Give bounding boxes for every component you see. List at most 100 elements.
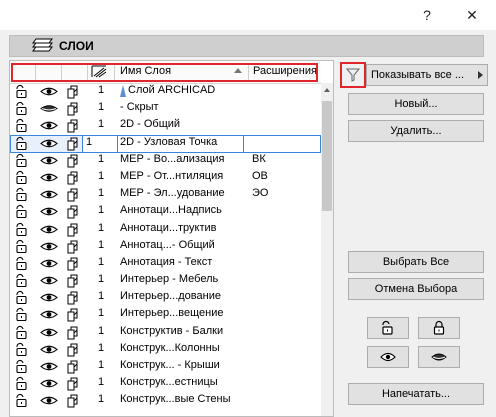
show-all-label: Показывать все ... <box>371 69 465 81</box>
edit-cell[interactable] <box>243 134 321 153</box>
hide-layer-button[interactable] <box>418 346 460 368</box>
layer-name: Аннотаци...Надпись <box>120 204 222 217</box>
layer-row[interactable]: 1 Конструк...Колонны <box>10 341 321 358</box>
intersection-number: 1 <box>98 393 105 406</box>
intersection-number: 1 <box>86 135 93 148</box>
eye-open-icon[interactable] <box>40 224 58 238</box>
intersection-number: 1 <box>98 290 105 303</box>
layer-row[interactable]: 1 Интерьер...дование <box>10 289 321 306</box>
eye-closed-icon[interactable] <box>40 103 58 117</box>
layer-row[interactable]: 1 Интерьер...вещение <box>10 306 321 323</box>
eye-open-icon[interactable] <box>40 189 58 203</box>
eye-closed-icon <box>431 353 447 361</box>
layer-row[interactable]: 1 Слой ARCHICAD <box>10 83 321 100</box>
unlock-icon[interactable] <box>14 393 30 411</box>
delete-layer-button[interactable]: Удалить... <box>348 120 484 142</box>
layer-row[interactable]: 1 Аннотац...- Общий <box>10 238 321 255</box>
layer-name: Интерьер - Мебель <box>120 273 219 286</box>
eye-open-icon[interactable] <box>40 155 58 169</box>
layer-row[interactable]: 1 Конструктив - Балки <box>10 324 321 341</box>
intersection-number: 1 <box>98 84 105 96</box>
unlock-icon <box>382 320 393 335</box>
layer-rows: 1 Слой ARCHICAD 1 - Скрыт 1 2D - Общий 1 2D - У… <box>10 83 321 410</box>
unlock-button[interactable] <box>367 317 409 339</box>
layer-row[interactable]: 1 Конструк...вые Стены <box>10 392 321 409</box>
panel-title: СЛОИ <box>59 39 94 53</box>
layer-row[interactable]: 1 Аннотаци...Надпись <box>10 203 321 220</box>
lock-icon <box>433 320 445 335</box>
eye-open-icon[interactable] <box>40 378 58 392</box>
eye-open-icon[interactable] <box>40 86 58 100</box>
eye-open-icon[interactable] <box>40 172 58 186</box>
scrollbar-thumb[interactable] <box>322 101 332 211</box>
eye-open-icon[interactable] <box>40 241 58 255</box>
new-layer-button[interactable]: Новый... <box>348 93 484 115</box>
layer-extension: ВК <box>252 152 266 165</box>
eye-open-icon[interactable] <box>40 120 58 134</box>
layer-row[interactable]: 1 Конструк... - Крыши <box>10 358 321 375</box>
layer-name: Аннотац...- Общий <box>120 238 215 251</box>
intersection-number: 1 <box>98 324 105 337</box>
layer-row[interactable]: 1 МЕР - Во...ализация ВК <box>10 152 321 169</box>
layer-name: - Скрыт <box>120 101 159 114</box>
layer-list[interactable]: Имя Слоя Расширения 1 Слой ARCHICAD 1- Скр… <box>9 60 334 417</box>
layer-extension: ОВ <box>252 169 268 182</box>
layer-name: Конструк...естницы <box>120 376 218 389</box>
layer-name: Аннотаци...труктив <box>120 221 217 234</box>
intersection-number: 1 <box>98 341 105 354</box>
layer-name: Интерьер...дование <box>120 290 221 303</box>
eye-open-icon[interactable] <box>40 327 58 341</box>
eye-open-icon[interactable] <box>40 309 58 323</box>
show-layer-button[interactable] <box>367 346 409 368</box>
layer-name: Конструк...вые Стены <box>120 393 231 406</box>
layer-row[interactable]: 1 2D - Общий <box>10 117 321 134</box>
filter-icon[interactable] <box>345 68 361 85</box>
archicad-layer-icon <box>120 85 126 100</box>
layer-name: МЕР - Во...ализация <box>120 152 225 165</box>
intersection-number: 1 <box>98 376 105 389</box>
eye-open-icon[interactable] <box>40 206 58 220</box>
eye-open-icon[interactable] <box>40 138 58 152</box>
layer-name: 2D - Общий <box>120 118 181 131</box>
eye-open-icon[interactable] <box>40 344 58 358</box>
layer-extension: ЭО <box>252 187 269 200</box>
intersection-number: 1 <box>98 307 105 320</box>
intersection-number: 1 <box>98 118 105 131</box>
layer-name: Конструктив - Балки <box>120 324 224 337</box>
eye-open-icon[interactable] <box>40 275 58 289</box>
select-all-button[interactable]: Выбрать Все <box>348 251 484 273</box>
layer-row[interactable]: 1 Аннотация - Текст <box>10 255 321 272</box>
layer-row[interactable]: 1 2D - Узловая Точка <box>10 134 321 153</box>
lock-button[interactable] <box>418 317 460 339</box>
layer-row[interactable]: 1 Аннотаци...труктив <box>10 221 321 238</box>
print-button[interactable]: Напечатать... <box>348 383 484 405</box>
layer-name: 2D - Узловая Точка <box>120 135 218 148</box>
intersection-number: 1 <box>98 187 105 200</box>
layer-name: МЕР - Эл...удование <box>120 187 225 200</box>
show-all-dropdown[interactable]: Показывать все ... <box>366 64 488 86</box>
layer-row[interactable]: 1 - Скрыт <box>10 100 321 117</box>
scroll-up-arrow-icon[interactable] <box>324 88 330 92</box>
layer-row[interactable]: 1 МЕР - От...нтиляция ОВ <box>10 169 321 186</box>
intersection-number: 1 <box>98 101 105 114</box>
eye-open-icon[interactable] <box>40 395 58 409</box>
eye-open-icon[interactable] <box>40 292 58 306</box>
panel-header: СЛОИ <box>9 35 484 57</box>
intersection-number: 1 <box>98 169 105 182</box>
intersection-number: 1 <box>98 221 105 234</box>
layer-name: Слой ARCHICAD <box>128 84 216 96</box>
eye-open-icon[interactable] <box>40 258 58 272</box>
intersection-number: 1 <box>98 152 105 165</box>
dropdown-arrow-icon <box>478 71 483 79</box>
intersection-number: 1 <box>98 359 105 371</box>
layer-row[interactable]: 1 МЕР - Эл...удование ЭО <box>10 186 321 203</box>
layer-name: Конструк... - Крыши <box>120 359 220 371</box>
layer-row[interactable]: 1 Интерьер - Мебель <box>10 272 321 289</box>
close-button[interactable]: ✕ <box>460 4 484 26</box>
layer-row[interactable]: 1 Конструк...естницы <box>10 375 321 392</box>
eye-open-icon[interactable] <box>40 361 58 375</box>
help-button[interactable]: ? <box>415 4 439 26</box>
intersection-group-icon[interactable] <box>66 393 82 411</box>
deselect-button[interactable]: Отмена Выбора <box>348 278 484 300</box>
layer-name: МЕР - От...нтиляция <box>120 169 224 182</box>
